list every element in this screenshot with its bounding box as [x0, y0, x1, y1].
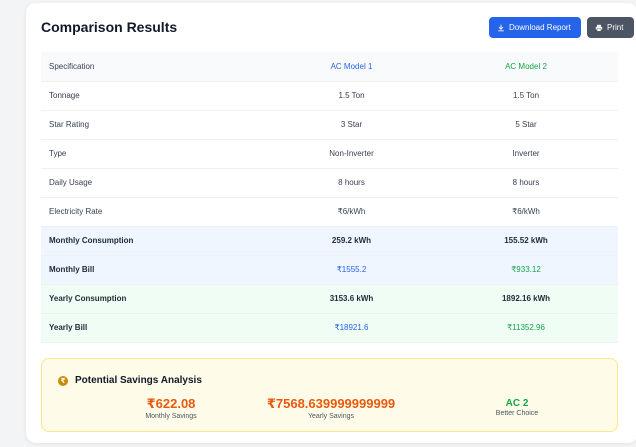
column-header-specification: Specification	[41, 52, 269, 82]
model-1-value: Non-Inverter	[269, 139, 434, 169]
yearly-savings-value: ₹7568.639999999999	[266, 396, 396, 411]
monthly-savings: ₹622.08 Monthly Savings	[112, 396, 230, 420]
model-1-value: 8 hours	[269, 168, 434, 198]
table-row: Yearly Consumption 3153.6 kWh 1892.16 kW…	[41, 284, 618, 314]
better-choice-value: AC 2	[505, 398, 529, 409]
better-choice: AC 2 Better Choice	[482, 396, 552, 417]
print-label: Print	[607, 23, 624, 32]
model-1-value: 3 Star	[269, 110, 434, 140]
model-2-value: ₹933.12	[434, 255, 618, 285]
model-2-value: ₹11352.96	[434, 313, 618, 343]
model-2-value: 155.52 kWh	[434, 226, 618, 256]
table-row: Yearly Bill ₹18921.6 ₹11352.96	[41, 313, 618, 343]
row-label: Monthly Consumption	[41, 226, 269, 256]
model-1-value: ₹18921.6	[269, 313, 434, 343]
printer-icon	[595, 24, 603, 31]
row-label: Daily Usage	[41, 168, 269, 198]
table-row: Monthly Consumption 259.2 kWh 155.52 kWh	[41, 226, 618, 256]
column-header-ac-model-1: AC Model 1	[269, 52, 434, 82]
monthly-savings-value: ₹622.08	[146, 396, 196, 411]
page-title: Comparison Results	[41, 19, 178, 35]
model-2-value: 5 Star	[434, 110, 618, 140]
table-header-row: Specification AC Model 1 AC Model 2	[41, 52, 618, 82]
comparison-card: Comparison Results Download Report Print…	[26, 3, 636, 443]
download-report-label: Download Report	[509, 23, 571, 32]
row-label: Tonnage	[41, 81, 269, 111]
column-header-ac-model-2: AC Model 2	[434, 52, 618, 82]
table-row: Daily Usage 8 hours 8 hours	[41, 168, 618, 198]
model-2-value: 1892.16 kWh	[434, 284, 618, 314]
savings-title-text: Potential Savings Analysis	[75, 375, 202, 386]
table-row: Tonnage 1.5 Ton 1.5 Ton	[41, 81, 618, 111]
model-2-value: Inverter	[434, 139, 618, 169]
savings-title: ₹ Potential Savings Analysis	[58, 375, 202, 386]
row-label: Star Rating	[41, 110, 269, 140]
model-1-value: 1.5 Ton	[269, 81, 434, 111]
model-2-value: ₹6/kWh	[434, 197, 618, 227]
model-2-value: 1.5 Ton	[434, 81, 618, 111]
row-label: Yearly Bill	[41, 313, 269, 343]
table-row: Star Rating 3 Star 5 Star	[41, 110, 618, 140]
model-1-value: ₹1555.2	[269, 255, 434, 285]
yearly-savings: ₹7568.639999999999 Yearly Savings	[264, 396, 398, 420]
print-button[interactable]: Print	[587, 17, 634, 38]
monthly-savings-label: Monthly Savings	[145, 413, 197, 420]
yearly-savings-label: Yearly Savings	[307, 413, 355, 420]
row-label: Monthly Bill	[41, 255, 269, 285]
model-1-value: ₹6/kWh	[269, 197, 434, 227]
download-icon	[498, 24, 504, 31]
table-row: Monthly Bill ₹1555.2 ₹933.12	[41, 255, 618, 285]
download-report-button[interactable]: Download Report	[489, 17, 581, 38]
row-label: Yearly Consumption	[41, 284, 269, 314]
comparison-table: Specification AC Model 1 AC Model 2 Tonn…	[41, 52, 618, 343]
table-row: Type Non-Inverter Inverter	[41, 139, 618, 169]
row-label: Type	[41, 139, 269, 169]
card-header: Comparison Results Download Report Print	[41, 17, 634, 39]
better-choice-label: Better Choice	[495, 410, 539, 417]
model-1-value: 259.2 kWh	[269, 226, 434, 256]
model-1-value: 3153.6 kWh	[269, 284, 434, 314]
model-2-value: 8 hours	[434, 168, 618, 198]
coin-icon: ₹	[58, 375, 68, 386]
savings-panel: ₹ Potential Savings Analysis ₹622.08 Mon…	[41, 358, 618, 432]
table-row: Electricity Rate ₹6/kWh ₹6/kWh	[41, 197, 618, 227]
row-label: Electricity Rate	[41, 197, 269, 227]
